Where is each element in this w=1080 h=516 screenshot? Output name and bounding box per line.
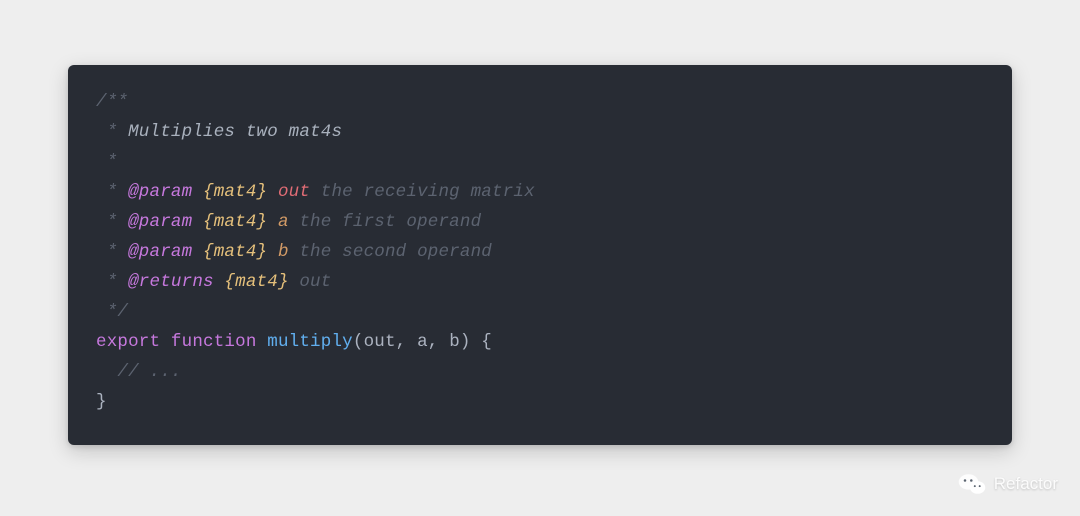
jsdoc-desc: the second operand — [289, 242, 492, 262]
jsdoc-param-name: out — [267, 182, 310, 202]
function-body-ellipsis: // ... — [96, 362, 182, 382]
jsdoc-desc: the receiving matrix — [310, 182, 535, 202]
watermark: Refactor — [958, 472, 1058, 496]
comment-star: * — [96, 122, 117, 142]
jsdoc-tag: @param — [128, 212, 192, 232]
watermark-label: Refactor — [994, 474, 1058, 494]
jsdoc-desc: out — [289, 272, 332, 292]
jsdoc-type: {mat4} — [214, 272, 289, 292]
jsdoc-tag: @param — [128, 182, 192, 202]
jsdoc-tag: @param — [128, 242, 192, 262]
jsdoc-tag: @returns — [128, 272, 214, 292]
jsdoc-type: {mat4} — [192, 212, 267, 232]
function-signature: (out, a, b) { — [353, 332, 492, 352]
keyword-function: function — [171, 332, 257, 352]
comment-summary: Multiplies two mat4s — [117, 122, 342, 142]
function-name: multiply — [267, 332, 353, 352]
comment-star: * — [96, 272, 128, 292]
jsdoc-desc: the first operand — [289, 212, 482, 232]
comment-open: /** — [96, 92, 128, 112]
jsdoc-param-name: a — [267, 212, 288, 232]
comment-star: * — [96, 242, 128, 262]
wechat-icon — [958, 472, 986, 496]
jsdoc-type: {mat4} — [192, 182, 267, 202]
jsdoc-param-name: b — [267, 242, 288, 262]
jsdoc-type: {mat4} — [192, 242, 267, 262]
code-content: /** * Multiplies two mat4s * * @param {m… — [96, 87, 984, 417]
comment-star: * — [96, 152, 117, 172]
brace-close: } — [96, 392, 107, 412]
keyword-export: export — [96, 332, 160, 352]
comment-star: * — [96, 182, 128, 202]
comment-star: * — [96, 212, 128, 232]
comment-close: */ — [96, 302, 128, 322]
code-block: /** * Multiplies two mat4s * * @param {m… — [68, 65, 1012, 445]
